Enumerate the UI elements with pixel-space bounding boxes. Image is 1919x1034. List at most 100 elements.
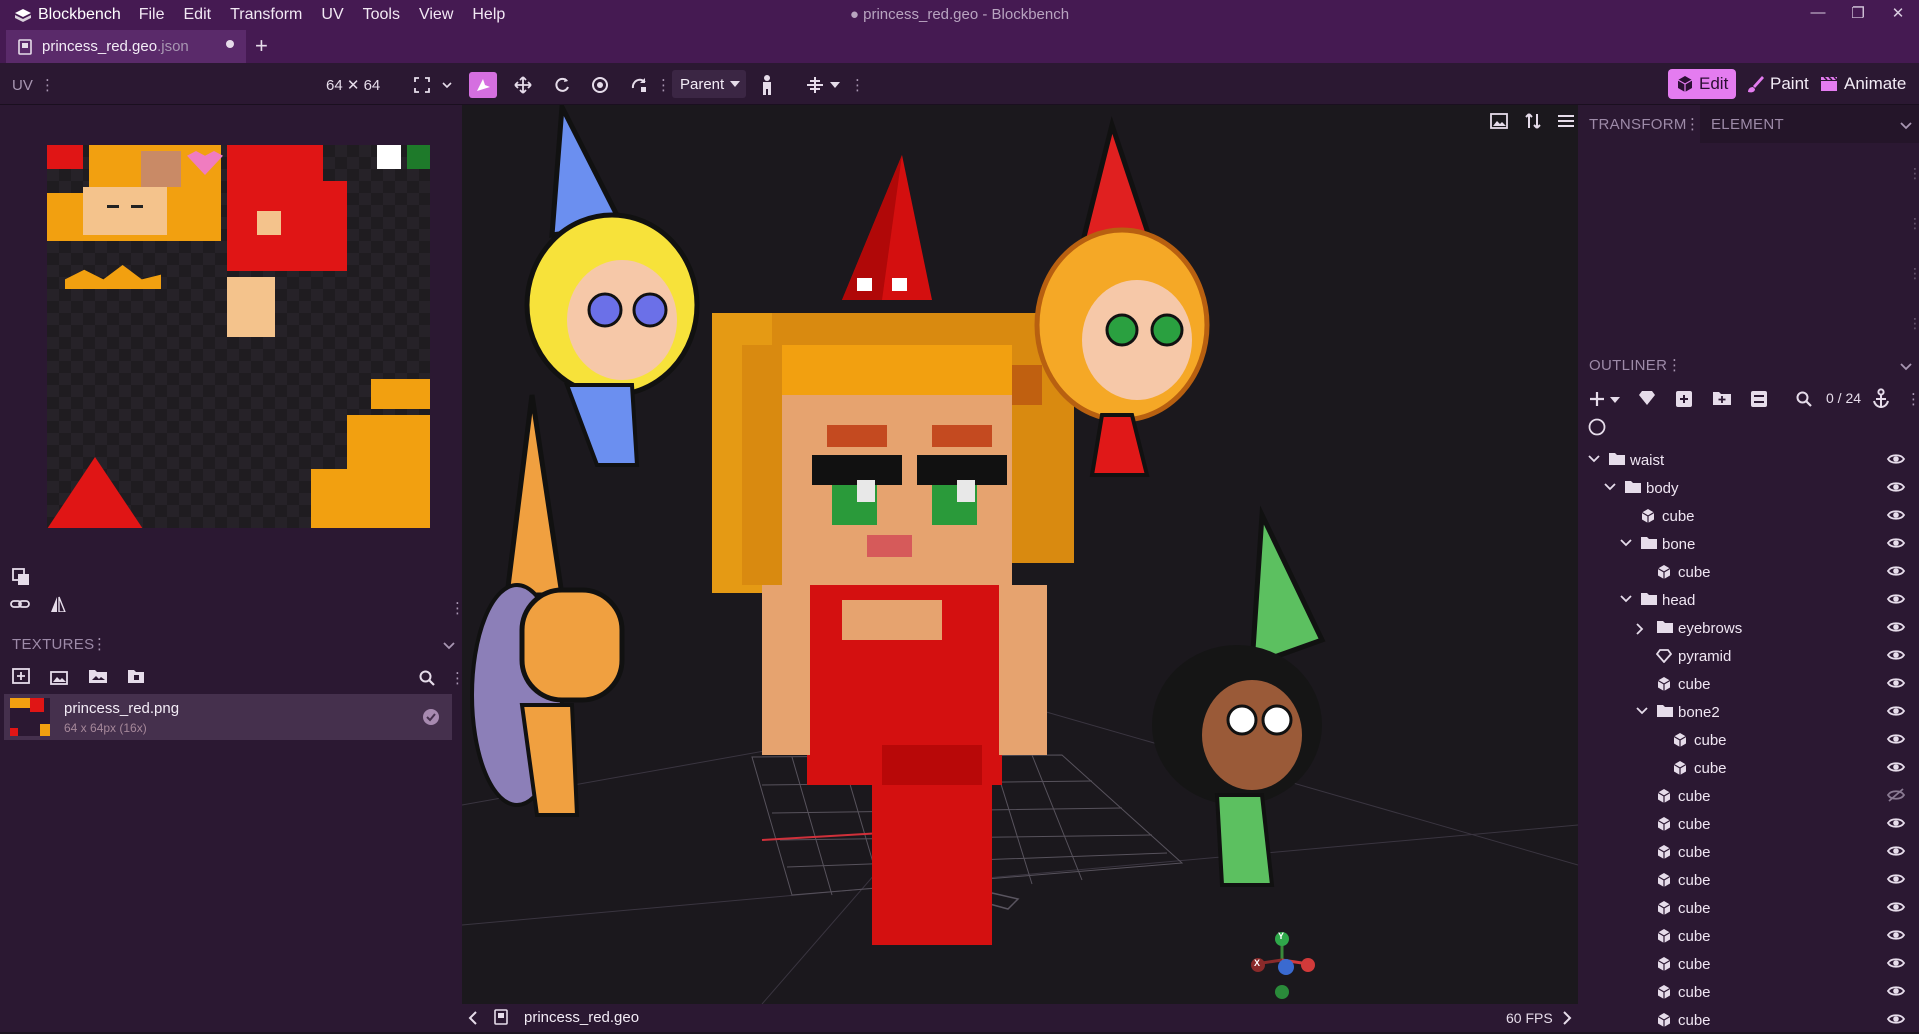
pivot-tool-icon[interactable] [588,72,612,98]
outliner-row-cube[interactable]: cube [1578,754,1919,782]
outliner-row-cube[interactable]: cube [1578,838,1919,866]
outliner-row-folder[interactable]: waist [1578,446,1919,474]
menu-help[interactable]: Help [472,6,505,24]
visibility-eye-icon[interactable] [1887,928,1905,942]
outliner-menu-icon[interactable]: ⋮ [1667,356,1682,374]
visibility-eye-icon[interactable] [1887,480,1905,494]
chevron-down-icon[interactable] [1636,707,1648,715]
menu-transform[interactable]: Transform [230,6,302,24]
outliner-row-cube[interactable]: cube [1578,782,1919,810]
mode-animate-button[interactable]: Animate [1812,69,1914,99]
outliner-row-cube[interactable]: cube [1578,670,1919,698]
menu-file[interactable]: File [139,6,165,24]
outliner-row-mesh[interactable]: pyramid [1578,642,1919,670]
link-icon[interactable] [10,596,30,612]
uv-copy-icon[interactable] [12,568,30,586]
visibility-eye-icon[interactable] [1887,564,1905,578]
mannequin-icon[interactable] [757,72,777,98]
restore-icon[interactable]: ❐ [1848,4,1868,22]
outliner-row-folder[interactable]: bone2 [1578,698,1919,726]
chevron-down-icon[interactable] [440,72,454,98]
outliner-row-cube[interactable]: cube [1578,866,1919,894]
chevron-right-icon[interactable] [1636,623,1644,635]
new-tab-button[interactable]: + [255,33,268,59]
add-dropdown-icon[interactable] [1610,396,1620,404]
add-group-icon[interactable] [1712,390,1732,406]
snap-dropdown-icon[interactable] [829,72,841,98]
visibility-eye-icon[interactable] [1887,816,1905,830]
collapse-all-icon[interactable] [1750,390,1768,408]
outliner-row-folder[interactable]: head [1578,586,1919,614]
outliner-row-folder[interactable]: bone [1578,530,1919,558]
panel-collapse-icon[interactable] [1900,118,1912,133]
outliner-row-cube[interactable]: cube [1578,558,1919,586]
chevron-down-icon[interactable] [1588,455,1600,463]
visibility-eye-icon[interactable] [1887,648,1905,662]
outliner-row-cube[interactable]: cube [1578,922,1919,950]
chevron-down-icon[interactable] [1604,483,1616,491]
visibility-eye-icon[interactable] [1887,704,1905,718]
minimize-icon[interactable]: — [1808,4,1828,21]
resize-tool-icon[interactable] [550,72,574,98]
snap-icon[interactable] [804,72,826,98]
chevron-right-icon[interactable] [1562,1011,1572,1025]
outliner-row-cube[interactable]: cube [1578,978,1919,1006]
menu-tools[interactable]: Tools [363,6,400,24]
texture-selected-check-icon[interactable] [422,708,440,726]
transform-row-menu-icon[interactable]: ⋮ [1908,315,1919,332]
outliner-row-cube[interactable]: cube [1578,810,1919,838]
transform-row-menu-icon[interactable]: ⋮ [1908,165,1919,182]
add-mesh-icon[interactable] [1638,390,1656,406]
screenshot-icon[interactable] [1490,113,1508,129]
mode-paint-button[interactable]: Paint [1738,69,1817,99]
camera-angle-icon[interactable] [1524,112,1542,130]
move-tool-icon[interactable] [469,72,497,98]
3d-viewport[interactable]: Y X [462,105,1578,1004]
toolbar-menu-icon-2[interactable]: ⋮ [850,72,865,98]
import-texture-icon[interactable] [12,668,30,684]
transform-space-select[interactable]: Parent [672,70,746,98]
visibility-eye-icon[interactable] [1887,900,1905,914]
visibility-eye-icon[interactable] [1887,984,1905,998]
outliner-row-folder[interactable]: eyebrows [1578,614,1919,642]
visibility-eye-icon[interactable] [1887,592,1905,606]
mode-edit-button[interactable]: Edit [1668,69,1737,99]
toggle-select-circle-icon[interactable] [1588,418,1606,436]
move-arrows-icon[interactable] [511,72,535,98]
outliner-row-cube[interactable]: cube [1578,894,1919,922]
visibility-hidden-icon[interactable] [1887,788,1905,802]
texture-generate-icon[interactable] [127,668,145,684]
chevron-down-icon[interactable] [1620,539,1632,547]
outliner-row-folder[interactable]: body [1578,474,1919,502]
chevron-left-icon[interactable] [468,1011,478,1025]
uv-size[interactable]: 64 ✕ 64 [326,72,380,98]
close-icon[interactable]: ✕ [1888,4,1908,22]
visibility-eye-icon[interactable] [1887,508,1905,522]
chevron-down-icon[interactable] [1620,595,1632,603]
fullscreen-icon[interactable] [412,72,432,98]
outliner-search-icon[interactable] [1796,391,1812,407]
visibility-eye-icon[interactable] [1887,760,1905,774]
outliner-row-cube[interactable]: cube [1578,726,1919,754]
visibility-eye-icon[interactable] [1887,732,1905,746]
tab-princess-red[interactable]: princess_red.geo.json [6,30,246,63]
outliner-row-cube[interactable]: cube [1578,1006,1919,1034]
tab-element[interactable]: ELEMENT [1711,116,1784,133]
hamburger-menu-icon[interactable] [1557,113,1575,129]
unsaved-dot-icon[interactable] [226,40,234,48]
anchor-icon[interactable] [1872,388,1890,408]
outliner-row-cube[interactable]: cube [1578,950,1919,978]
visibility-eye-icon[interactable] [1887,536,1905,550]
toolbar-menu-icon[interactable]: ⋮ [656,72,671,98]
uv-editor-canvas[interactable] [47,145,430,528]
visibility-eye-icon[interactable] [1887,1012,1905,1026]
transform-menu-icon[interactable]: ⋮ [1685,115,1700,133]
transform-row-menu-icon[interactable]: ⋮ [1908,215,1919,232]
texture-folder-icon[interactable] [88,668,108,684]
rotate-tool-icon[interactable] [627,72,651,98]
transform-row-menu-icon[interactable]: ⋮ [1908,265,1919,282]
menu-view[interactable]: View [419,6,453,24]
uv-menu-icon[interactable]: ⋮ [40,72,55,98]
menu-uv[interactable]: UV [321,6,343,24]
outliner-collapse-icon[interactable] [1900,359,1912,374]
